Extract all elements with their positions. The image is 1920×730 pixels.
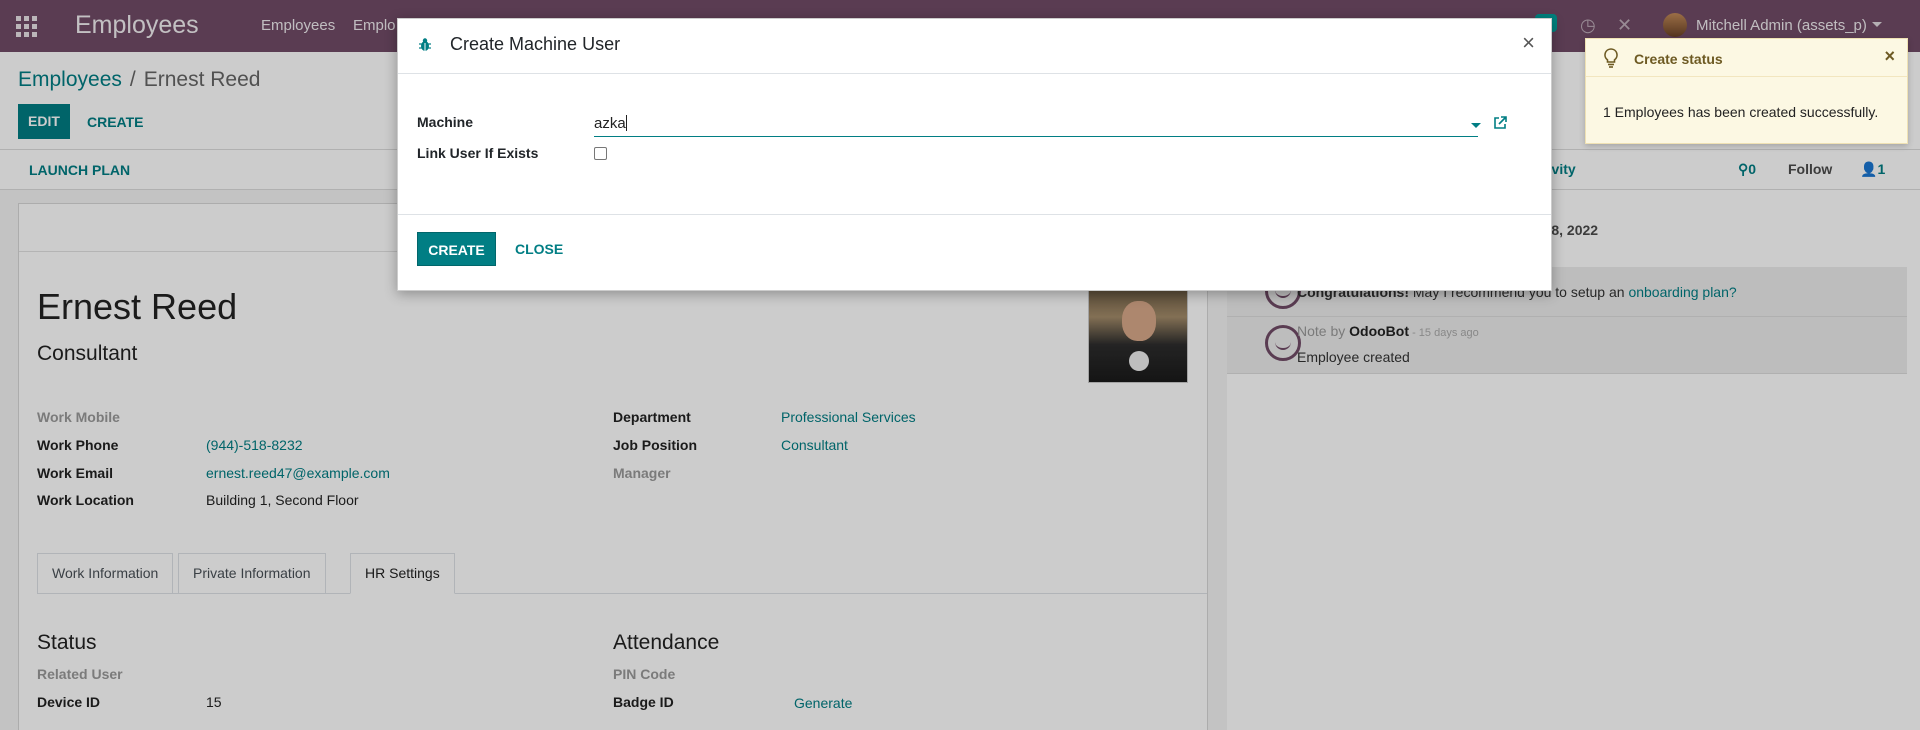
notification-toast: Create status × 1 Employees has been cre…: [1585, 38, 1908, 144]
create-machine-user-dialog: Create Machine User × Machine azka Link …: [397, 18, 1552, 291]
chevron-down-icon[interactable]: [1471, 123, 1481, 128]
dialog-footer: CREATE CLOSE: [398, 214, 1551, 292]
lightbulb-icon: [1604, 48, 1618, 68]
dialog-title: Create Machine User: [450, 34, 621, 54]
link-user-checkbox[interactable]: [594, 147, 607, 160]
close-icon[interactable]: ×: [1884, 46, 1895, 67]
create-button[interactable]: CREATE: [417, 232, 496, 266]
link-user-label: Link User If Exists: [417, 145, 539, 161]
close-button[interactable]: CLOSE: [515, 241, 563, 257]
dialog-header: Create Machine User ×: [398, 19, 1551, 74]
text-cursor: [625, 115, 627, 131]
machine-input[interactable]: azka: [594, 111, 1478, 137]
close-icon[interactable]: ×: [1522, 30, 1535, 56]
bug-icon: [419, 38, 431, 51]
toast-message: 1 Employees has been created successfull…: [1603, 104, 1879, 120]
toast-header: Create status ×: [1586, 39, 1907, 77]
external-link-icon[interactable]: [1492, 115, 1508, 131]
machine-input-value: azka: [594, 115, 626, 132]
machine-label: Machine: [417, 114, 474, 130]
toast-title: Create status: [1634, 51, 1723, 67]
